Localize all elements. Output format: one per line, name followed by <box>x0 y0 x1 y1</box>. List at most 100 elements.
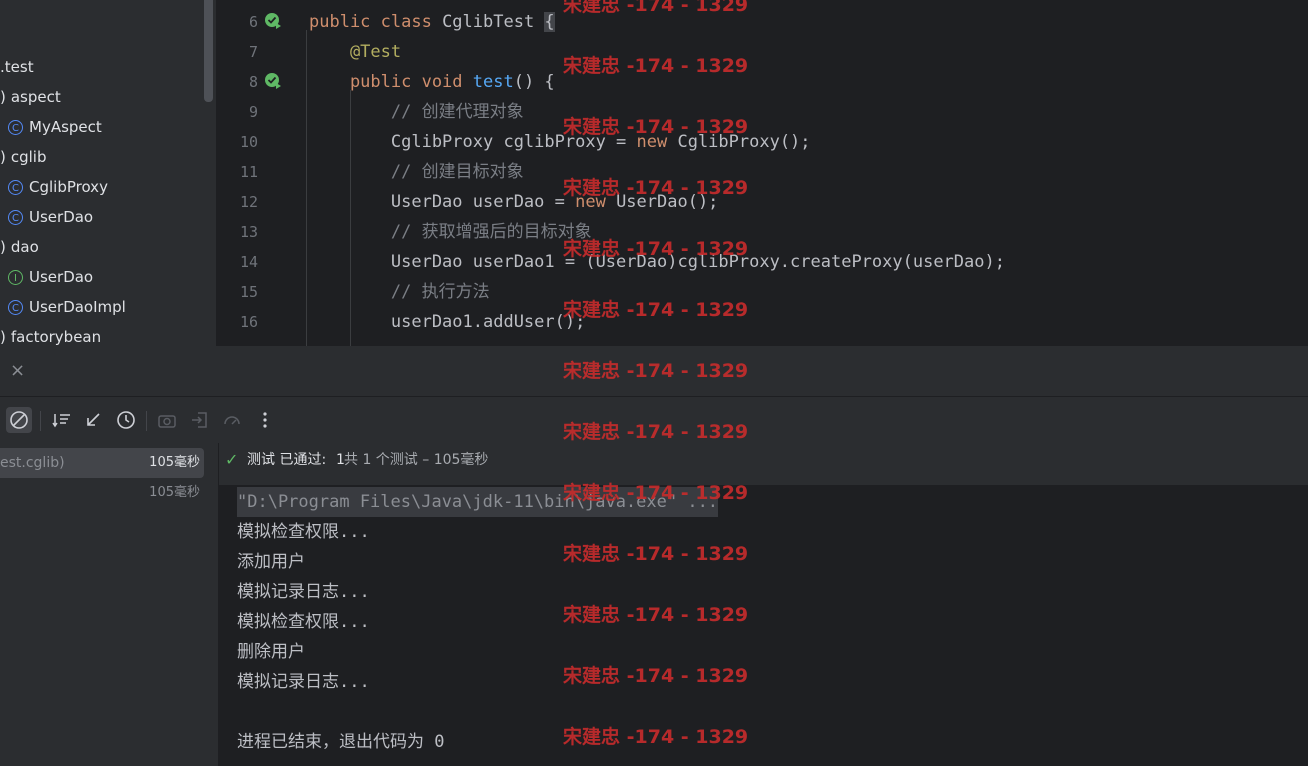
test-label: est.cglib) <box>0 455 65 471</box>
check-icon: ✓ <box>225 450 239 469</box>
code-line: // 获取增强后的目标对象 <box>309 217 592 247</box>
tree-item-label: dao <box>10 238 39 256</box>
code-token: UserDao userDao = <box>309 192 576 212</box>
tree-item[interactable]: ) aspect <box>0 82 61 112</box>
tree-item-label: UserDao <box>29 208 94 226</box>
history-icon[interactable] <box>113 407 139 433</box>
code-editor[interactable]: 6 public class CglibTest {7 @Test 8 public… <box>216 0 1308 346</box>
run-test-icon[interactable] <box>264 12 282 30</box>
code-token: // 执行方法 <box>309 282 490 302</box>
stop-icon[interactable] <box>6 407 32 433</box>
console-line: 删除用户 <box>237 642 305 662</box>
line-number: 16 <box>239 313 258 331</box>
code-token: @Test <box>309 42 402 62</box>
code-line: userDao1.addUser(); <box>309 307 585 337</box>
watermark-text: 宋建忠 -174 - 1329 <box>563 665 749 687</box>
tree-item[interactable]: ) cglib <box>0 142 46 172</box>
line-number: 8 <box>248 73 258 91</box>
watermark-text: 宋建忠 -174 - 1329 <box>563 0 749 16</box>
project-tree: .test) aspect C MyAspect) cglib C CglibProxy C U… <box>0 0 216 346</box>
code-token: // 创建目标对象 <box>309 162 524 182</box>
test-time: 105毫秒 <box>149 455 200 470</box>
gauge-icon[interactable] <box>219 407 245 433</box>
code-token: { <box>544 12 555 32</box>
tree-item-label: factorybean <box>10 328 102 346</box>
sort-icon[interactable] <box>49 407 75 433</box>
test-row[interactable]: 105毫秒 <box>0 478 204 508</box>
tree-item[interactable]: ) factorybean <box>0 322 101 346</box>
watermark-text: 宋建忠 -174 - 1329 <box>563 55 749 77</box>
line-number: 7 <box>248 43 258 61</box>
class-icon: C <box>8 210 23 225</box>
console-line: 模拟检查权限... <box>237 522 370 542</box>
tree-item[interactable]: C UserDao <box>8 202 93 232</box>
interface-icon: I <box>8 270 23 285</box>
watermark-text: 宋建忠 -174 - 1329 <box>563 543 749 565</box>
code-line: // 创建代理对象 <box>309 97 524 127</box>
console-output[interactable]: ✓ 测试 已通过: 1 共 1 个测试 – 105毫秒 "D:\Program … <box>219 443 1308 766</box>
tree-item[interactable]: I UserDao <box>8 262 93 292</box>
console-line: 模拟检查权限... <box>237 612 370 632</box>
tree-item-label: .test <box>0 58 34 76</box>
code-token: test <box>472 72 514 92</box>
tree-item[interactable]: C UserDaoImpl <box>8 292 126 322</box>
tree-item-label: UserDaoImpl <box>29 298 126 316</box>
tree-item[interactable]: C CglibProxy <box>8 172 108 202</box>
code-token: userDao1.addUser(); <box>309 312 586 332</box>
line-number: 10 <box>239 133 258 151</box>
import-icon[interactable] <box>187 407 213 433</box>
test-time: 105毫秒 <box>149 485 200 500</box>
code-token: public class <box>309 12 443 32</box>
run-test-icon[interactable] <box>264 72 282 90</box>
line-number: 13 <box>239 223 258 241</box>
tree-item-label: aspect <box>10 88 61 106</box>
test-summary: 共 1 个测试 – 105毫秒 <box>344 452 489 468</box>
watermark-text: 宋建忠 -174 - 1329 <box>563 726 749 748</box>
toolbar-separator <box>40 411 41 431</box>
tree-scrollbar[interactable] <box>204 0 213 102</box>
code-token: CglibTest <box>442 12 545 32</box>
code-token: // 创建代理对象 <box>309 102 524 122</box>
watermark-text: 宋建忠 -174 - 1329 <box>563 421 749 443</box>
more-icon[interactable] <box>252 407 278 433</box>
test-results-tree: est.cglib) 105毫秒 105毫秒 <box>0 443 219 766</box>
code-line: // 执行方法 <box>309 277 490 307</box>
package-icon: ) <box>0 88 6 106</box>
code-token: () { <box>513 72 555 92</box>
line-number: 14 <box>239 253 258 271</box>
watermark-text: 宋建忠 -174 - 1329 <box>563 177 749 199</box>
line-number: 6 <box>248 13 258 31</box>
code-line: // 创建目标对象 <box>309 157 524 187</box>
tree-item[interactable]: C MyAspect <box>8 112 102 142</box>
collapse-icon[interactable] <box>80 407 106 433</box>
toolbar-separator <box>146 411 147 431</box>
tree-item-label: cglib <box>10 148 47 166</box>
code-token: // 获取增强后的目标对象 <box>309 222 592 242</box>
class-icon: C <box>8 300 23 315</box>
tree-item-label: CglibProxy <box>29 178 108 196</box>
package-icon: ) <box>0 148 6 166</box>
tree-item[interactable]: ) dao <box>0 232 39 262</box>
code-line: public void test() { <box>309 67 555 97</box>
close-tab-icon[interactable]: × <box>10 360 25 381</box>
tree-item-label: UserDao <box>29 268 94 286</box>
code-line: public class CglibTest { <box>309 7 555 37</box>
code-token: public void <box>309 72 473 92</box>
line-number: 11 <box>239 163 258 181</box>
package-icon: ) <box>0 328 6 346</box>
watermark-text: 宋建忠 -174 - 1329 <box>563 299 749 321</box>
test-row[interactable]: est.cglib) 105毫秒 <box>0 448 204 478</box>
camera-icon[interactable] <box>154 407 180 433</box>
watermark-text: 宋建忠 -174 - 1329 <box>563 604 749 626</box>
indent-guide <box>306 30 307 346</box>
tree-item[interactable]: .test <box>0 52 34 82</box>
console-line: 模拟记录日志... <box>237 672 370 692</box>
watermark-text: 宋建忠 -174 - 1329 <box>563 360 749 382</box>
test-status-bar: ✓ 测试 已通过: 1 共 1 个测试 – 105毫秒 <box>219 443 1308 485</box>
line-number: 12 <box>239 193 258 211</box>
console-line: 进程已结束，退出代码为 0 <box>237 732 445 752</box>
line-number: 15 <box>239 283 258 301</box>
console-line: 添加用户 <box>237 552 305 572</box>
watermark-text: 宋建忠 -174 - 1329 <box>563 238 749 260</box>
code-line: @Test <box>309 37 401 67</box>
